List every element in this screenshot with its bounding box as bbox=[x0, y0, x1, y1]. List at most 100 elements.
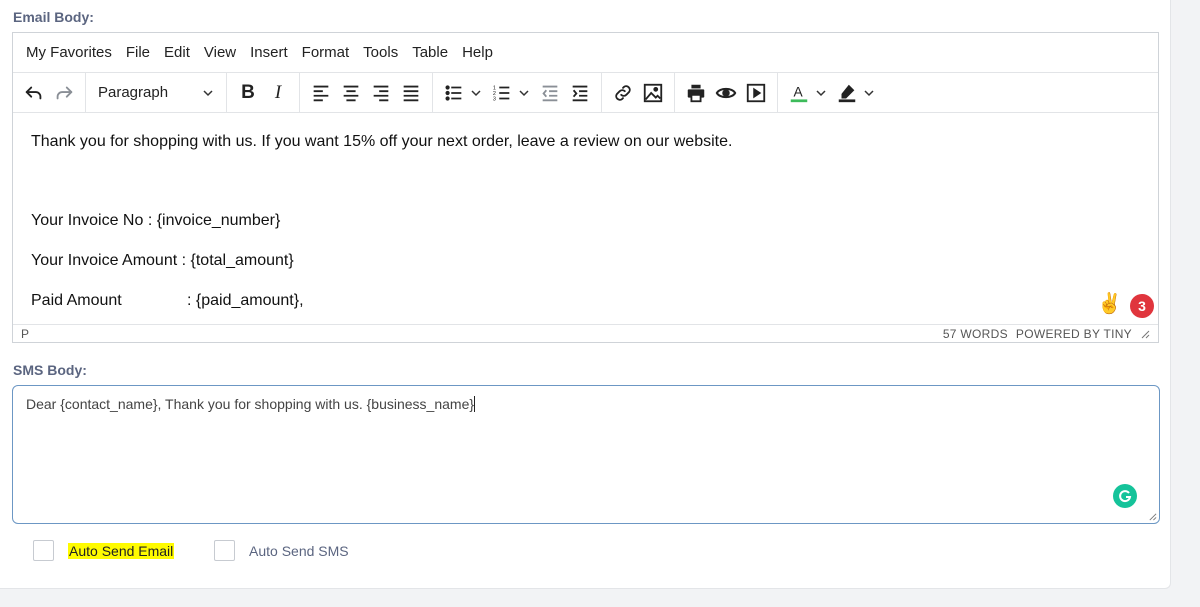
bullet-list-icon bbox=[445, 84, 462, 101]
grammarly-button[interactable] bbox=[1113, 484, 1137, 508]
block-format-value: Paragraph bbox=[98, 84, 169, 101]
sms-body-label: SMS Body: bbox=[13, 362, 87, 378]
auto-send-sms-option[interactable]: Auto Send SMS bbox=[214, 540, 349, 561]
chevron-down-icon bbox=[864, 89, 874, 96]
menu-file[interactable]: File bbox=[119, 44, 157, 61]
editor-content[interactable]: Thank you for shopping with us. If you w… bbox=[13, 113, 1158, 324]
auto-send-sms-label[interactable]: Auto Send SMS bbox=[249, 543, 349, 559]
auto-send-email-checkbox[interactable] bbox=[33, 540, 54, 561]
auto-send-email-label[interactable]: Auto Send Email bbox=[68, 542, 175, 559]
align-group bbox=[300, 73, 433, 112]
highlight-color-button[interactable] bbox=[832, 78, 862, 108]
print-icon bbox=[687, 84, 705, 102]
image-button[interactable] bbox=[638, 78, 668, 108]
menu-format[interactable]: Format bbox=[295, 44, 357, 61]
menu-view[interactable]: View bbox=[197, 44, 243, 61]
redo-icon bbox=[56, 86, 73, 99]
indent-icon bbox=[572, 85, 588, 101]
element-path[interactable]: P bbox=[21, 327, 29, 341]
content-line: Your Invoice No : {invoice_number} bbox=[31, 212, 281, 229]
editor-toolbar: Paragraph B I 1 2 3 A bbox=[13, 73, 1158, 113]
peace-hand-icon[interactable]: ✌ bbox=[1097, 291, 1122, 316]
media-play-icon bbox=[746, 83, 766, 102]
link-button[interactable] bbox=[608, 78, 638, 108]
auto-send-sms-checkbox[interactable] bbox=[214, 540, 235, 561]
auto-send-email-option[interactable]: Auto Send Email bbox=[33, 540, 175, 561]
chevron-down-icon bbox=[816, 89, 826, 96]
sms-body-text: Dear {contact_name}, Thank you for shopp… bbox=[26, 396, 476, 412]
outdent-button[interactable] bbox=[535, 78, 565, 108]
sms-body-textarea[interactable]: Dear {contact_name}, Thank you for shopp… bbox=[12, 385, 1160, 524]
align-right-icon bbox=[373, 85, 389, 101]
grammarly-icon bbox=[1119, 490, 1132, 503]
notification-badge[interactable]: 3 bbox=[1130, 294, 1154, 318]
align-right-button[interactable] bbox=[366, 78, 396, 108]
menu-my-favorites[interactable]: My Favorites bbox=[19, 44, 119, 61]
resize-handle-icon[interactable] bbox=[1148, 512, 1157, 521]
align-left-icon bbox=[313, 85, 329, 101]
bullet-list-options[interactable] bbox=[469, 78, 483, 108]
link-icon bbox=[615, 84, 631, 101]
form-card: Email Body: My Favorites File Edit View … bbox=[0, 0, 1171, 589]
chevron-down-icon bbox=[471, 89, 481, 96]
text-color-options[interactable] bbox=[814, 78, 828, 108]
output-group bbox=[675, 73, 778, 112]
insert-group bbox=[602, 73, 675, 112]
email-editor: My Favorites File Edit View Insert Forma… bbox=[12, 32, 1159, 343]
text-color-icon: A bbox=[790, 84, 808, 102]
menu-help[interactable]: Help bbox=[455, 44, 500, 61]
svg-text:3: 3 bbox=[493, 96, 496, 102]
numbered-list-icon: 123 bbox=[493, 85, 510, 102]
auto-send-email-text: Auto Send Email bbox=[68, 542, 175, 559]
block-format-group: Paragraph bbox=[86, 73, 227, 112]
word-count[interactable]: 57 WORDS bbox=[943, 327, 1008, 341]
menu-tools[interactable]: Tools bbox=[356, 44, 405, 61]
text-caret bbox=[474, 396, 476, 412]
history-group bbox=[13, 73, 86, 112]
resize-handle-icon[interactable] bbox=[1140, 329, 1150, 339]
highlighter-icon bbox=[838, 84, 856, 102]
paid-amount-label: Paid Amount bbox=[31, 292, 122, 309]
bullet-list-button[interactable] bbox=[439, 78, 469, 108]
editor-statusbar: P 57 WORDS POWERED BY TINY bbox=[13, 324, 1158, 342]
italic-button[interactable]: I bbox=[263, 78, 293, 108]
text-color-button[interactable]: A bbox=[784, 78, 814, 108]
numbered-list-options[interactable] bbox=[517, 78, 531, 108]
color-group: A bbox=[778, 73, 886, 112]
text-style-group: B I bbox=[227, 73, 300, 112]
block-format-select[interactable]: Paragraph bbox=[92, 78, 220, 108]
email-body-label: Email Body: bbox=[13, 9, 94, 25]
paid-amount-value: : {paid_amount}, bbox=[187, 292, 304, 309]
image-icon bbox=[643, 83, 663, 102]
italic-icon: I bbox=[274, 81, 282, 103]
print-button[interactable] bbox=[681, 78, 711, 108]
bold-button[interactable]: B bbox=[233, 78, 263, 108]
undo-button[interactable] bbox=[19, 78, 49, 108]
preview-button[interactable] bbox=[711, 78, 741, 108]
indent-button[interactable] bbox=[565, 78, 595, 108]
content-line: Paid Amount : {paid_amount}, bbox=[31, 292, 304, 310]
powered-by-link[interactable]: POWERED BY TINY bbox=[1016, 327, 1132, 341]
align-center-button[interactable] bbox=[336, 78, 366, 108]
align-center-icon bbox=[343, 85, 359, 101]
undo-icon bbox=[25, 86, 42, 99]
redo-button[interactable] bbox=[49, 78, 79, 108]
chevron-down-icon bbox=[519, 89, 529, 96]
menu-table[interactable]: Table bbox=[405, 44, 455, 61]
media-button[interactable] bbox=[741, 78, 771, 108]
align-left-button[interactable] bbox=[306, 78, 336, 108]
list-group: 123 bbox=[433, 73, 602, 112]
content-line: Thank you for shopping with us. If you w… bbox=[31, 133, 733, 150]
sms-body-value: Dear {contact_name}, Thank you for shopp… bbox=[26, 396, 475, 412]
numbered-list-button[interactable]: 123 bbox=[487, 78, 517, 108]
svg-text:A: A bbox=[794, 84, 804, 99]
bold-icon: B bbox=[241, 81, 255, 103]
justify-button[interactable] bbox=[396, 78, 426, 108]
menu-insert[interactable]: Insert bbox=[243, 44, 295, 61]
chevron-down-icon bbox=[203, 89, 213, 96]
outdent-icon bbox=[542, 85, 558, 101]
menu-edit[interactable]: Edit bbox=[157, 44, 197, 61]
eye-icon bbox=[715, 87, 737, 98]
highlight-color-options[interactable] bbox=[862, 78, 876, 108]
justify-icon bbox=[403, 85, 419, 101]
